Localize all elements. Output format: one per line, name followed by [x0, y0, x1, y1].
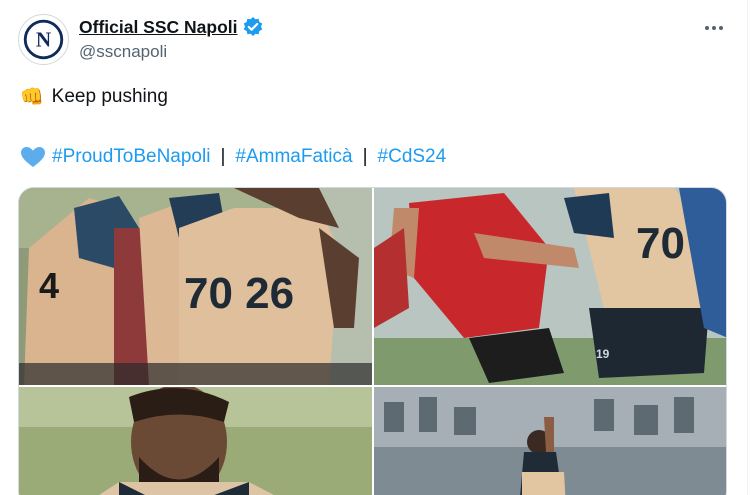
separator: | [220, 146, 226, 167]
hashtag-link[interactable]: #CdS24 [378, 146, 447, 168]
svg-text:70 26: 70 26 [184, 269, 294, 318]
media-photo[interactable]: 4 70 26 [19, 188, 372, 385]
hashtag-link[interactable]: #AmmaFaticà [235, 146, 352, 168]
svg-text:70: 70 [636, 219, 685, 268]
tweet-card[interactable]: N Official SSC Napoli @sscnapoli 👊 Keep … [0, 0, 751, 495]
display-name[interactable]: Official SSC Napoli [79, 17, 238, 38]
svg-text:19: 19 [596, 347, 610, 361]
media-photo[interactable] [374, 387, 726, 495]
tweet-text: Keep pushing [51, 86, 168, 107]
hashtag-link[interactable]: #ProudToBeNapoli [52, 146, 210, 168]
timeline-border [747, 0, 748, 495]
user-handle[interactable]: @sscnapoli [79, 42, 167, 62]
avatar-letter: N [36, 28, 51, 52]
separator: | [362, 146, 368, 167]
blue-heart-icon [20, 146, 46, 168]
media-photo[interactable] [19, 387, 372, 495]
verified-badge-icon [242, 16, 264, 38]
tweet-hashtag-line: #ProudToBeNapoli | #AmmaFaticà | #CdS24 [20, 146, 446, 168]
fist-icon: 👊 [20, 86, 44, 108]
svg-text:4: 4 [39, 265, 59, 306]
media-grid: 4 70 26 70 19 [18, 187, 727, 495]
tweet-text-line1: 👊 Keep pushing [20, 86, 168, 108]
avatar[interactable]: N [18, 14, 69, 65]
more-options-icon[interactable] [702, 17, 726, 39]
media-photo[interactable]: 70 19 [374, 188, 726, 385]
